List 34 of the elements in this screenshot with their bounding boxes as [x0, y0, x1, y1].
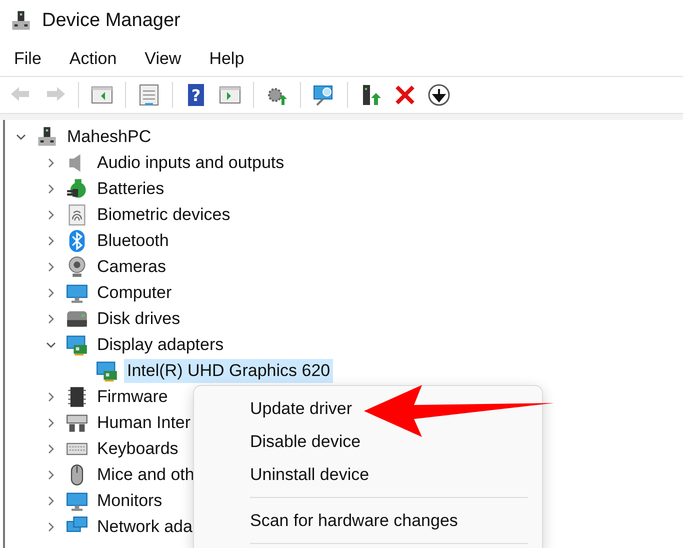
menu-item[interactable]: Help: [199, 45, 254, 73]
menu-item[interactable]: Scan for hardware changes: [194, 504, 542, 537]
tree-item[interactable]: Display adapters: [94, 333, 227, 357]
monitor-icon: [66, 282, 88, 304]
app-icon: [10, 10, 32, 32]
computer-icon: [36, 126, 58, 148]
tree-item[interactable]: Intel(R) UHD Graphics 620: [124, 359, 334, 383]
tree-item[interactable]: Bluetooth: [94, 229, 172, 253]
webcam-icon: [66, 256, 88, 278]
fingerprint-icon: [66, 204, 88, 226]
display-adapter-icon: [96, 360, 118, 382]
display-adapter-icon: [66, 334, 88, 356]
tree-item[interactable]: Disk drives: [94, 307, 184, 331]
window-title: Device Manager: [42, 10, 180, 32]
menu-item[interactable]: View: [134, 45, 192, 73]
keyboard-device-icon: [66, 412, 88, 434]
battery-plug-icon: [66, 178, 88, 200]
tree-item[interactable]: Biometric devices: [94, 203, 234, 227]
menu-item[interactable]: Action: [59, 45, 127, 73]
tree-item[interactable]: Audio inputs and outputs: [94, 151, 288, 175]
tree-item[interactable]: Network ada: [94, 515, 196, 539]
tree-item[interactable]: Keyboards: [94, 437, 182, 461]
chip-icon: [66, 386, 88, 408]
tree-item[interactable]: Monitors: [94, 489, 166, 513]
tree-item[interactable]: Batteries: [94, 177, 168, 201]
monitor-icon: [66, 490, 88, 512]
tree-item[interactable]: Human Inter: [94, 411, 194, 435]
tree-item[interactable]: Computer: [94, 281, 175, 305]
menu-item[interactable]: Disable device: [194, 425, 542, 458]
tree-item[interactable]: Firmware: [94, 385, 171, 409]
tree-item[interactable]: Cameras: [94, 255, 169, 279]
tree-item[interactable]: MaheshPC: [64, 125, 154, 149]
menu-item[interactable]: Update driver: [194, 392, 542, 425]
menu-item[interactable]: File: [4, 45, 52, 73]
